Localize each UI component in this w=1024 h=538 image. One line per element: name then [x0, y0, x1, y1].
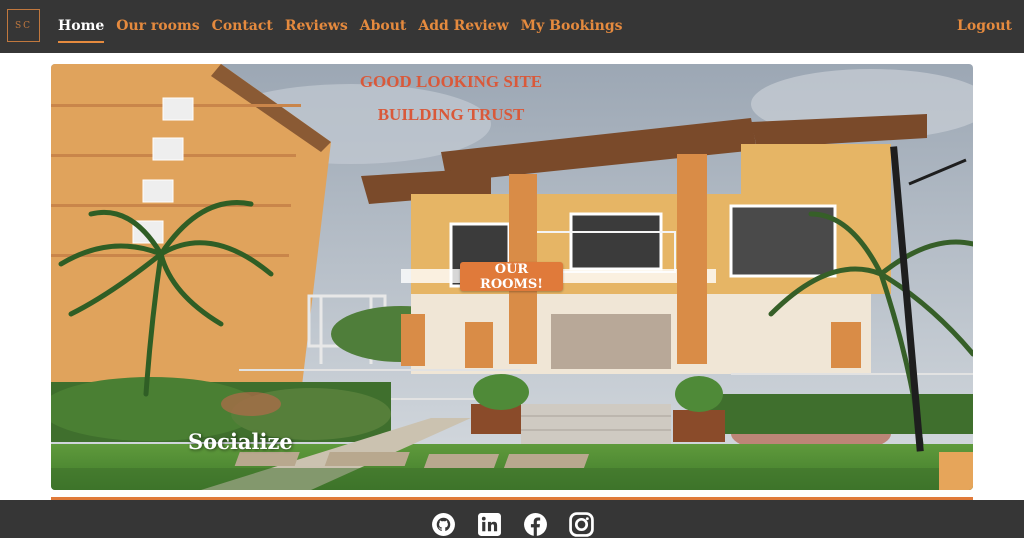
- linkedin-icon[interactable]: [477, 512, 502, 537]
- nav-our-rooms[interactable]: Our rooms: [116, 0, 199, 53]
- site-logo[interactable]: SC: [7, 9, 40, 42]
- hero-title-line2: BUILDING TRUST: [377, 105, 525, 124]
- instagram-icon[interactable]: [569, 512, 594, 537]
- hero-banner: GOOD LOOKING SITE BUILDING TRUST OUR ROO…: [51, 64, 973, 490]
- navbar: SC Home Our rooms Contact Reviews About …: [0, 0, 1024, 53]
- our-rooms-button[interactable]: OUR ROOMS!: [460, 262, 563, 292]
- nav-reviews[interactable]: Reviews: [285, 0, 348, 53]
- hero-title-line1: GOOD LOOKING SITE: [359, 72, 543, 91]
- nav-links: Home Our rooms Contact Reviews About Add…: [58, 0, 635, 53]
- facebook-icon[interactable]: [523, 512, 548, 537]
- nav-contact[interactable]: Contact: [212, 0, 273, 53]
- logout-link[interactable]: Logout: [957, 0, 1012, 53]
- footer: [0, 500, 1024, 538]
- hero-caption: Socialize: [188, 429, 293, 454]
- github-icon[interactable]: [431, 512, 456, 537]
- nav-home[interactable]: Home: [58, 0, 105, 53]
- nav-about[interactable]: About: [360, 0, 407, 53]
- nav-my-bookings[interactable]: My Bookings: [521, 0, 623, 53]
- nav-add-review[interactable]: Add Review: [418, 0, 508, 53]
